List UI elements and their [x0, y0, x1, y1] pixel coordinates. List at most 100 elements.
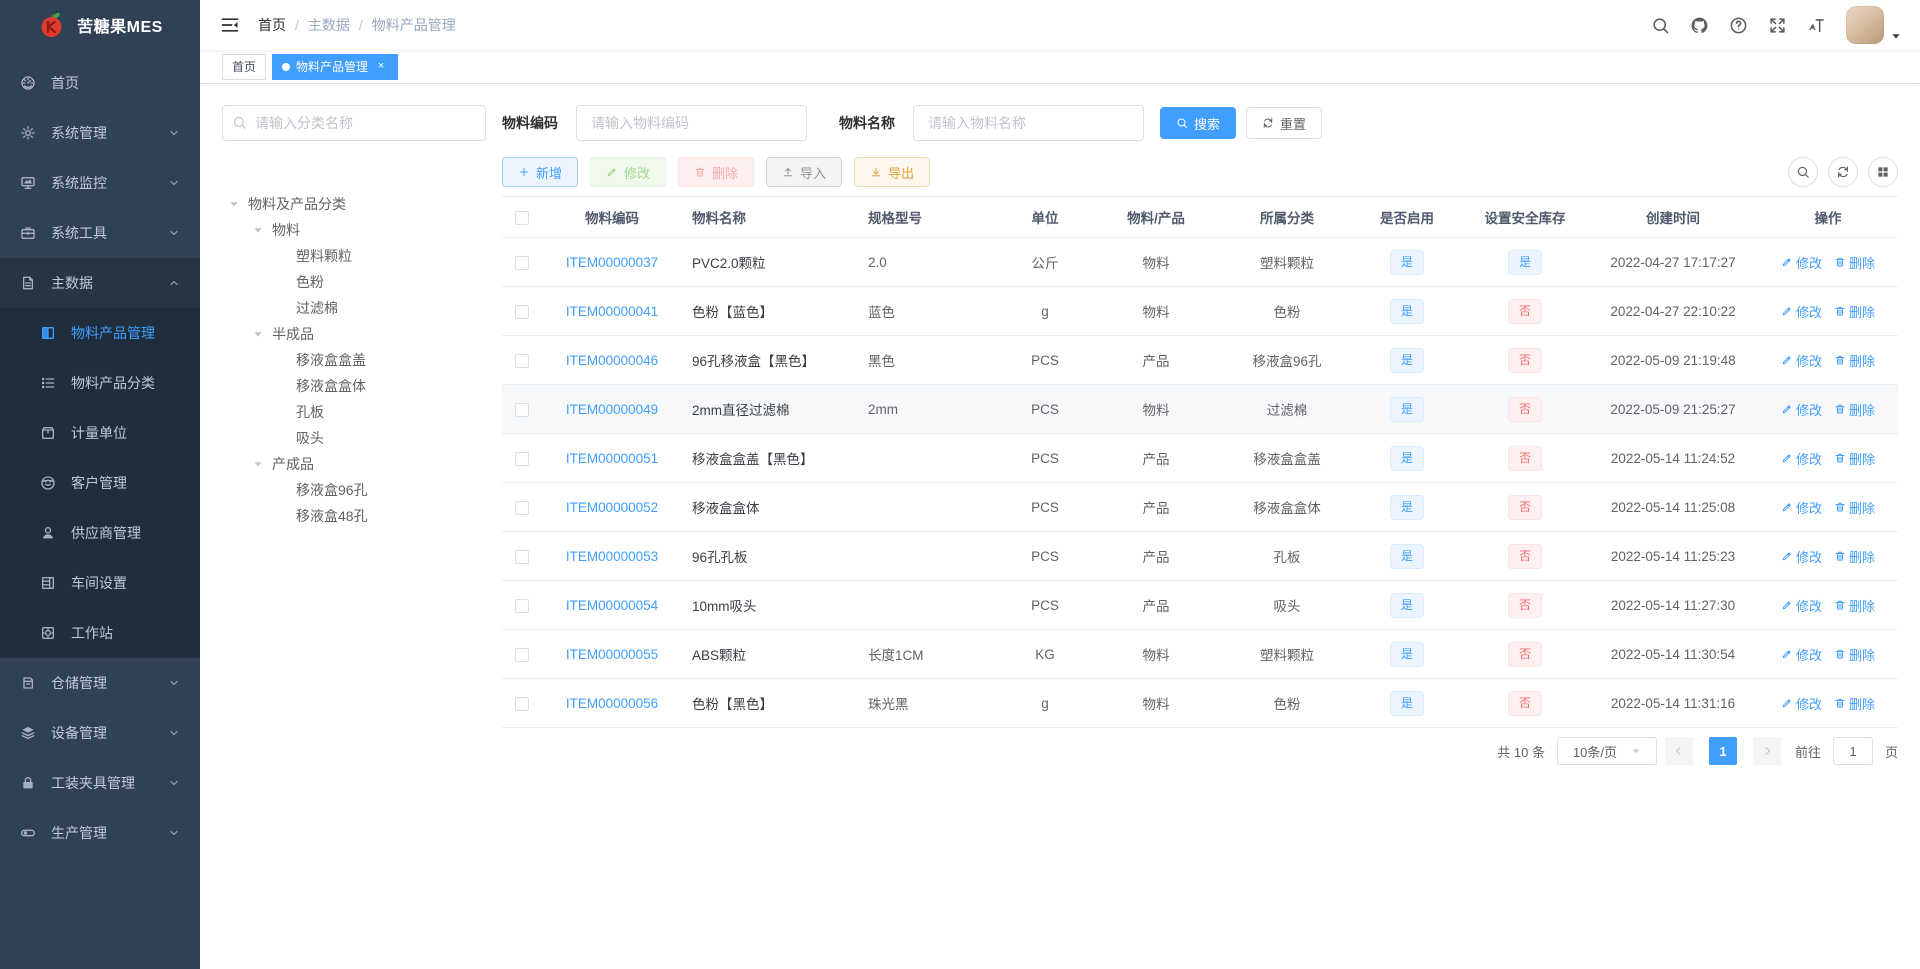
row-checkbox[interactable] — [515, 304, 529, 319]
goto-page-input[interactable] — [1832, 737, 1873, 765]
tree-node[interactable]: 吸头 — [222, 425, 486, 451]
row-edit-button[interactable]: 修改 — [1781, 547, 1822, 566]
row-checkbox[interactable] — [515, 647, 529, 662]
tab-material-product[interactable]: 物料产品管理 × — [272, 53, 399, 80]
material-code-link[interactable]: ITEM00000041 — [566, 304, 658, 319]
toggle-search-button[interactable] — [1788, 157, 1818, 187]
github-icon[interactable] — [1690, 16, 1709, 35]
app-logo[interactable]: 苦糖果MES — [0, 0, 200, 50]
column-header[interactable]: 设置安全库存 — [1462, 196, 1588, 238]
row-edit-button[interactable]: 修改 — [1781, 253, 1822, 272]
row-checkbox[interactable] — [515, 549, 529, 564]
tree-node[interactable]: 色粉 — [222, 269, 486, 295]
row-delete-button[interactable]: 删除 — [1834, 302, 1875, 321]
select-all-checkbox[interactable] — [515, 210, 529, 225]
material-code-input[interactable] — [576, 105, 807, 141]
row-edit-button[interactable]: 修改 — [1781, 596, 1822, 615]
column-header[interactable]: 单位 — [1000, 196, 1090, 238]
row-checkbox[interactable] — [515, 353, 529, 368]
sidebar-item[interactable]: 生产管理 — [0, 808, 200, 858]
row-checkbox[interactable] — [515, 500, 529, 515]
row-delete-button[interactable]: 删除 — [1834, 547, 1875, 566]
tree-node[interactable]: 移液盒96孔 — [222, 477, 486, 503]
prev-page-button[interactable] — [1664, 737, 1693, 765]
row-delete-button[interactable]: 删除 — [1834, 351, 1875, 370]
tree-node[interactable]: 物料及产品分类 — [222, 191, 486, 217]
edit-button[interactable]: 修改 — [590, 157, 667, 187]
row-edit-button[interactable]: 修改 — [1781, 498, 1822, 517]
user-menu[interactable] — [1846, 6, 1902, 44]
row-edit-button[interactable]: 修改 — [1781, 400, 1822, 419]
material-code-link[interactable]: ITEM00000053 — [566, 549, 658, 564]
tree-node[interactable]: 过滤棉 — [222, 295, 486, 321]
fullscreen-icon[interactable] — [1768, 16, 1787, 35]
column-header[interactable]: 创建时间 — [1588, 196, 1758, 238]
search-button[interactable]: 搜索 — [1160, 107, 1237, 139]
row-delete-button[interactable]: 删除 — [1834, 498, 1875, 517]
tree-node[interactable]: 移液盒盒体 — [222, 373, 486, 399]
add-button[interactable]: 新增 — [502, 157, 579, 187]
row-edit-button[interactable]: 修改 — [1781, 302, 1822, 321]
row-checkbox[interactable] — [515, 598, 529, 613]
tree-node[interactable]: 产成品 — [222, 451, 486, 477]
sidebar-item-sub[interactable]: 供应商管理 — [0, 508, 200, 558]
row-delete-button[interactable]: 删除 — [1834, 596, 1875, 615]
sidebar-item-sub[interactable]: 车间设置 — [0, 558, 200, 608]
sidebar-item[interactable]: 设备管理 — [0, 708, 200, 758]
font-size-icon[interactable] — [1807, 16, 1826, 35]
tree-node[interactable]: 物料 — [222, 217, 486, 243]
column-header[interactable]: 规格型号 — [858, 196, 1000, 238]
help-icon[interactable] — [1729, 16, 1748, 35]
tab-home[interactable]: 首页 — [222, 53, 267, 80]
row-checkbox[interactable] — [515, 451, 529, 466]
sidebar-item-sub[interactable]: 物料产品分类 — [0, 358, 200, 408]
sidebar-item-sub[interactable]: 物料产品管理 — [0, 308, 200, 358]
material-name-input[interactable] — [913, 105, 1144, 141]
breadcrumb-home[interactable]: 首页 — [258, 15, 286, 35]
material-code-link[interactable]: ITEM00000055 — [566, 647, 658, 662]
material-code-link[interactable]: ITEM00000054 — [566, 598, 658, 613]
column-header[interactable]: 物料编码 — [542, 196, 682, 238]
export-button[interactable]: 导出 — [854, 157, 931, 187]
tree-node[interactable]: 移液盒盒盖 — [222, 347, 486, 373]
sidebar-item-sub[interactable]: 客户管理 — [0, 458, 200, 508]
material-code-link[interactable]: ITEM00000037 — [566, 255, 658, 270]
header-search-icon[interactable] — [1651, 16, 1670, 35]
row-delete-button[interactable]: 删除 — [1834, 253, 1875, 272]
sidebar-item[interactable]: 主数据 — [0, 258, 200, 308]
user-avatar[interactable] — [1846, 6, 1884, 44]
sidebar-toggle-hamburger-icon[interactable] — [220, 15, 240, 35]
next-page-button[interactable] — [1752, 737, 1781, 765]
row-checkbox[interactable] — [515, 255, 529, 270]
sidebar-item[interactable]: 系统管理 — [0, 108, 200, 158]
row-delete-button[interactable]: 删除 — [1834, 694, 1875, 713]
row-delete-button[interactable]: 删除 — [1834, 645, 1875, 664]
column-header[interactable]: 所属分类 — [1222, 196, 1352, 238]
row-edit-button[interactable]: 修改 — [1781, 694, 1822, 713]
sidebar-item[interactable]: 系统监控 — [0, 158, 200, 208]
column-header[interactable]: 物料名称 — [682, 196, 858, 238]
row-delete-button[interactable]: 删除 — [1834, 400, 1875, 419]
sidebar-item[interactable]: 系统工具 — [0, 208, 200, 258]
material-code-link[interactable]: ITEM00000056 — [566, 696, 658, 711]
material-code-link[interactable]: ITEM00000046 — [566, 353, 658, 368]
sidebar-item[interactable]: 首页 — [0, 58, 200, 108]
row-edit-button[interactable]: 修改 — [1781, 351, 1822, 370]
sidebar-item[interactable]: 工装夹具管理 — [0, 758, 200, 808]
sidebar-item-sub[interactable]: 计量单位 — [0, 408, 200, 458]
tree-node[interactable]: 移液盒48孔 — [222, 503, 486, 529]
sidebar-item[interactable]: 仓储管理 — [0, 658, 200, 708]
page-1-button[interactable]: 1 — [1708, 737, 1737, 765]
tree-node[interactable]: 塑料颗粒 — [222, 243, 486, 269]
category-search-input[interactable] — [222, 105, 486, 141]
page-size-select[interactable]: 10条/页 — [1556, 737, 1657, 765]
tree-node[interactable]: 半成品 — [222, 321, 486, 347]
delete-button[interactable]: 删除 — [678, 157, 755, 187]
import-button[interactable]: 导入 — [766, 157, 843, 187]
row-delete-button[interactable]: 删除 — [1834, 449, 1875, 468]
reset-button[interactable]: 重置 — [1246, 107, 1323, 139]
column-header[interactable]: 物料/产品 — [1090, 196, 1222, 238]
breadcrumb-master-data[interactable]: 主数据 — [308, 15, 350, 35]
row-checkbox[interactable] — [515, 696, 529, 711]
row-edit-button[interactable]: 修改 — [1781, 449, 1822, 468]
